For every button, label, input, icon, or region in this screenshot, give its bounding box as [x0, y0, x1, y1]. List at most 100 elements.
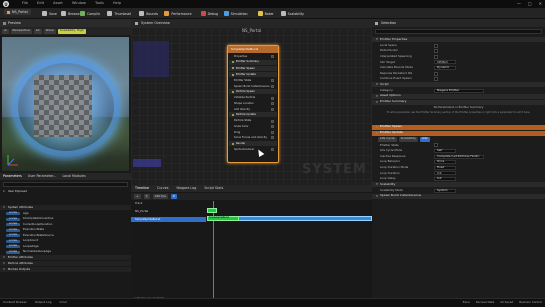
close-icon[interactable]: ✕ [539, 1, 542, 6]
state-tab-scalability[interactable]: Scalability [398, 137, 418, 142]
node-row-scale-color[interactable]: Scale Color [229, 124, 277, 129]
toolbar-save-button[interactable]: Save [40, 10, 59, 17]
details-section-asset-options[interactable]: ▼ Asset Options [372, 94, 545, 99]
parameters-search-input[interactable] [3, 182, 128, 187]
details-section-emitter-properties[interactable]: ▼ Emitter Properties [372, 37, 545, 42]
output-log-button[interactable]: Output Log [35, 300, 52, 305]
prop-checkbox[interactable] [434, 49, 438, 54]
param-group-particle-attributes[interactable]: ▼ Particle Attributes [0, 261, 131, 266]
node-row-emitter-summary[interactable]: Emitter Summary [229, 59, 277, 65]
toolbar-scalability-button[interactable]: Scalability [279, 10, 306, 17]
prop-value[interactable]: Once [434, 160, 456, 165]
perspective-dropdown[interactable]: Perspective [10, 28, 32, 34]
prop-value[interactable]: System [434, 188, 456, 193]
menu-item-file[interactable]: File [22, 1, 28, 5]
system-track-bar[interactable] [207, 208, 217, 213]
prop-checkbox[interactable] [434, 71, 438, 76]
system-overview-graph[interactable]: System Overview NS_Portal SYSTEM SimpleS… [131, 19, 372, 185]
toolbar-bounds-button[interactable]: Bounds [137, 10, 160, 17]
node-row-emitter-spawn[interactable]: Emitter Spawn [229, 65, 277, 71]
status-all-saved[interactable]: All Saved [500, 300, 513, 304]
param-item[interactable]: SYSTEM ExecutionStateSource [0, 233, 131, 238]
details-section-spawn-burst-instantaneous[interactable]: ▼ Spawn Burst Instantaneous [372, 193, 545, 199]
enable-checkbox[interactable] [271, 96, 274, 100]
prop-value[interactable]: Self [434, 148, 456, 153]
minimize-icon[interactable]: — [517, 1, 521, 6]
node-row-initialize-particle[interactable]: Initialize Particle [229, 96, 277, 101]
prop-checkbox[interactable] [434, 43, 438, 48]
prop-value[interactable]: Niagara Emitter [434, 88, 484, 93]
enable-checkbox[interactable] [271, 102, 274, 106]
enable-checkbox[interactable] [271, 125, 274, 129]
cmd-input[interactable]: Cmd [60, 300, 67, 305]
state-tab-adv[interactable]: Adv [419, 137, 430, 142]
prop-value[interactable]: Fixed [434, 165, 456, 170]
add-track-button[interactable]: + [134, 194, 141, 199]
node-row-sprite-renderer[interactable]: Sprite Renderer [229, 147, 277, 152]
prop-value[interactable]: 0.0 [434, 176, 456, 181]
prop-checkbox[interactable] [434, 54, 438, 59]
timeline-row-simplespriteburst[interactable]: SimpleSpriteBurst [131, 217, 206, 222]
enable-checkbox[interactable] [271, 79, 274, 83]
params-tab-2[interactable]: Local Modules [62, 174, 85, 178]
node-row-render[interactable]: Render [229, 141, 277, 146]
enable-checkbox[interactable] [271, 55, 274, 58]
prop-checkbox[interactable] [434, 143, 438, 148]
prop-value[interactable]: CPUSim [434, 60, 456, 65]
node-row-emitter-update[interactable]: Emitter Update [229, 72, 277, 77]
maximize-icon[interactable]: □ [528, 1, 532, 6]
emitter-node-title[interactable]: SimpleSpriteBurst [228, 46, 278, 53]
node-row-particle-state[interactable]: Particle State [229, 119, 277, 124]
param-group-emitter-attributes[interactable]: ▼ Emitter Attributes [0, 255, 131, 260]
timeline-tab-niagara-log[interactable]: Niagara Log [176, 186, 196, 190]
unreal-logo-icon[interactable]: U [3, 1, 9, 7]
menu-item-asset[interactable]: Asset [53, 1, 63, 5]
enable-checkbox[interactable] [271, 148, 274, 152]
param-group-module-outputs[interactable]: ▼ Module Outputs [0, 267, 131, 272]
node-row-shape-location[interactable]: Shape Location [229, 101, 277, 106]
param-item[interactable]: SYSTEM bCompleteOnInactive [0, 216, 131, 222]
node-row-properties[interactable]: Properties [229, 54, 277, 59]
enable-checkbox[interactable] [271, 119, 274, 123]
menu-item-window[interactable]: Window [72, 1, 86, 5]
enable-checkbox[interactable] [271, 84, 274, 88]
toolbar-thumbnail-button[interactable]: Thumbnail [105, 10, 133, 17]
param-item[interactable]: SYSTEM LoopCount [0, 238, 131, 244]
scalability-dropdown[interactable]: Scalability: High [57, 28, 86, 34]
status-trace[interactable]: Trace [462, 300, 469, 304]
param-item[interactable]: SYSTEM LoopedAge [0, 244, 131, 249]
timeline-row-track[interactable]: Track [131, 201, 206, 206]
lit-dropdown[interactable]: Lit [33, 28, 42, 34]
system-overview-tab[interactable]: System Overview [131, 19, 372, 27]
details-section-emitter-spawn[interactable]: ▼ Emitter Spawn [372, 125, 545, 130]
param-item[interactable]: SYSTEM NormalizedLoopAge [0, 249, 131, 255]
playhead-marker[interactable]: 0 [170, 194, 177, 199]
preview-viewport[interactable] [2, 37, 129, 171]
content-drawer-button[interactable]: Content Drawer [3, 300, 27, 305]
prop-value[interactable]: 2.0 [434, 171, 456, 176]
filter-icon[interactable]: ⚲ [143, 194, 150, 199]
param-item[interactable]: SYSTEM CurrentLoopDuration [0, 222, 131, 227]
param-item[interactable]: SYSTEM Age [0, 211, 131, 216]
menu-item-tools[interactable]: Tools [95, 1, 104, 5]
timeline-tab-timeline[interactable]: Timeline [135, 186, 149, 190]
param-group-system-attributes[interactable]: ▼ System Attributes [0, 205, 131, 210]
status-revision-control[interactable]: Revision Control [519, 300, 542, 304]
asset-tab[interactable]: NS_Portal [4, 9, 31, 15]
params-tab-0[interactable]: Parameters [3, 174, 22, 178]
details-section-script[interactable]: ▼ Script [372, 82, 545, 88]
node-row-drag[interactable]: Drag [229, 130, 277, 135]
node-row-solve-forces-and-velocity[interactable]: Solve Forces and Velocity [229, 135, 277, 140]
node-row-particle-update[interactable]: Particle Update [229, 112, 277, 118]
param-group-user-exposed[interactable]: ▼ User Exposed [0, 189, 131, 194]
menu-item-edit[interactable]: Edit [37, 1, 44, 5]
node-row-add-velocity[interactable]: Add Velocity [229, 107, 277, 112]
enable-checkbox[interactable] [271, 107, 274, 111]
node-row-spawn-burst-instantaneous[interactable]: Spawn Burst Instantaneous [229, 84, 277, 89]
prop-value[interactable]: Dynamic [434, 65, 456, 70]
background-node[interactable] [133, 41, 169, 77]
timeline-row-ns_portal[interactable]: NS_Portal [131, 209, 206, 214]
background-node[interactable] [133, 159, 161, 167]
frame-rate-dropdown[interactable]: 240 fps [152, 194, 168, 199]
param-item[interactable]: SYSTEM ExecutionState [0, 227, 131, 233]
